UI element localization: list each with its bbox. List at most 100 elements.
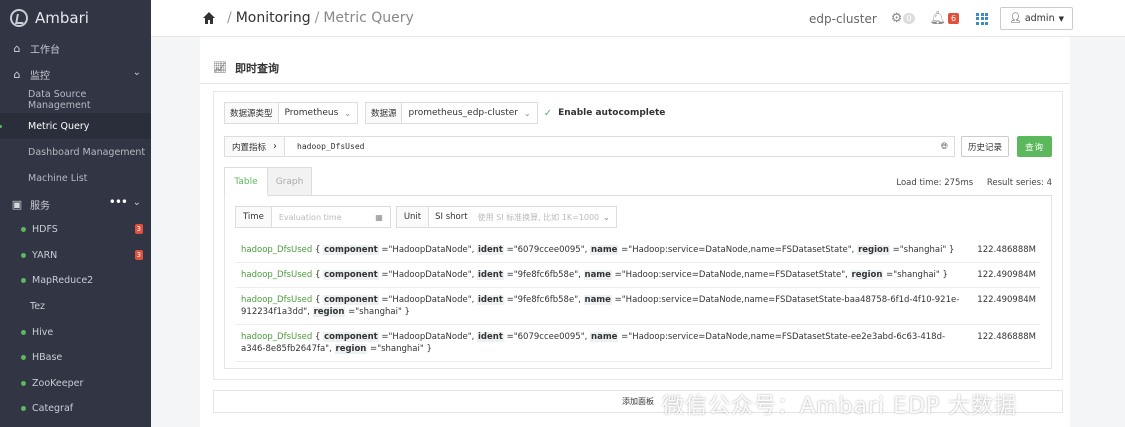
table-row[interactable]: hadoop_DfsUsed { component ="HadoopDataN…: [235, 325, 1040, 362]
builtin-metrics-label: 内置指标: [232, 142, 267, 153]
user-icon: 👤︎: [1009, 13, 1022, 24]
label-value: "shanghai": [355, 307, 402, 317]
globe-icon[interactable]: 🌐︎: [941, 142, 948, 152]
caret-down-icon: ▼: [1058, 14, 1064, 23]
sidebar-item-data-source-management[interactable]: Data Source Management: [0, 87, 151, 113]
more-icon[interactable]: •••: [109, 195, 128, 209]
sidebar-item-service[interactable]: Hive: [0, 319, 151, 345]
label-key: ident: [477, 270, 504, 280]
evaluation-time-input[interactable]: Evaluation time ▦: [271, 206, 391, 228]
table-row[interactable]: hadoop_DfsUsed { component ="HadoopDataN…: [235, 238, 1040, 263]
sidebar-item-label: Categraf: [32, 403, 74, 415]
ambari-logo-icon: [10, 8, 28, 27]
unit-hint: 使用 SI 标准换算, 比如 1K=1000: [477, 212, 600, 222]
query-input[interactable]: hadoop_DfsUsed: [285, 142, 941, 151]
page-title: 即时查询: [234, 61, 279, 75]
status-dot-icon: [21, 355, 26, 361]
breadcrumb: / Monitoring / Metric Query: [151, 10, 414, 26]
sidebar-item-service[interactable]: MapReduce2: [0, 268, 151, 294]
metric-value: 122.486888M: [977, 245, 1036, 255]
sidebar-item-service[interactable]: Categraf: [0, 396, 151, 422]
metric-value: 122.490984M: [977, 270, 1036, 280]
datasource-select[interactable]: prometheus_edp-cluster ⌄: [401, 102, 538, 124]
table-row[interactable]: hadoop_DfsUsed { component ="HadoopDataN…: [235, 288, 1040, 325]
metric-name: hadoop_DfsUsed: [241, 245, 313, 255]
sidebar-item-metric-query[interactable]: Metric Query: [0, 113, 151, 139]
sidebar-item-label: HDFS: [32, 224, 58, 236]
briefcase-icon: ▣: [11, 197, 23, 211]
datasource-type-select[interactable]: Prometheus ⌄: [277, 102, 358, 124]
label-key: component: [323, 245, 379, 255]
label-key: name: [590, 332, 619, 342]
result-series: Result series: 4: [986, 178, 1052, 188]
metric-name: hadoop_DfsUsed: [241, 270, 313, 280]
alert-badge: 3: [134, 224, 143, 234]
sidebar-item-label: ZooKeeper: [32, 377, 84, 389]
alert-badge: 3: [134, 249, 143, 260]
sidebar-item-service[interactable]: HBase: [0, 345, 151, 371]
home-icon: ⌂: [13, 67, 21, 81]
line-chart-icon: 📈︎: [213, 61, 227, 74]
sidebar-item-service[interactable]: Tez: [0, 294, 151, 320]
sidebar-item-service[interactable]: YARN 3: [0, 243, 151, 269]
load-info: Load time: 275ms Result series: 4: [896, 178, 1052, 188]
unit-label: Unit: [395, 206, 430, 228]
breadcrumb-monitoring[interactable]: Monitoring: [236, 10, 311, 26]
datasource-type-value: Prometheus: [284, 108, 339, 118]
apps-grid-icon[interactable]: [976, 12, 989, 25]
sidebar-item-label: Hive: [32, 326, 54, 338]
filter-row: Time Evaluation time ▦ Unit SI short 使用 …: [235, 206, 617, 228]
label-value: "HadoopDataNode": [388, 245, 472, 255]
sidebar-item-dashboard-management[interactable]: Dashboard Management: [0, 139, 151, 165]
watermark: 微信公众号：Ambari EDP 大数据: [662, 394, 1018, 419]
home-icon[interactable]: [202, 11, 216, 25]
evaluation-time-placeholder: Evaluation time: [278, 212, 342, 222]
sidebar-item-label: 工作台: [30, 44, 60, 56]
label-value: "Hadoop:service=DataNode,name=FSDatasetS…: [628, 245, 852, 255]
tab-table[interactable]: Table: [224, 167, 268, 196]
label-key: name: [583, 270, 612, 280]
metric-name: hadoop_DfsUsed: [241, 295, 313, 305]
label-value: "Hadoop:service=DataNode,name=FSDatasetS…: [621, 270, 846, 280]
label-value: "9fe8fc6fb58e": [513, 295, 579, 305]
label-value: "shanghai": [899, 245, 947, 255]
chevron-right-icon: ›: [273, 141, 278, 152]
breadcrumb-current: Metric Query: [323, 10, 414, 26]
brand-name: Ambari: [35, 8, 89, 27]
metric-value: 122.490984M: [977, 295, 1036, 305]
ops-button[interactable]: ⚙ 0: [891, 11, 915, 26]
gear-icon: ⚙: [890, 11, 903, 26]
table-row[interactable]: hadoop_DfsUsed { component ="HadoopDataN…: [235, 263, 1040, 288]
label-value: "HadoopDataNode": [388, 295, 472, 305]
label-key: region: [857, 245, 890, 255]
top-right-controls: edp-cluster ⚙ 0 🔔︎ 6 👤︎ admin ▼: [809, 0, 1125, 37]
sidebar-item-monitor[interactable]: ⌂ 监控 ⌄: [0, 61, 151, 87]
sidebar-item-service[interactable]: ZooKeeper: [0, 371, 151, 397]
label-key: component: [323, 332, 379, 342]
label-key: region: [850, 270, 884, 280]
sidebar-item-machine-list[interactable]: Machine List: [0, 165, 151, 191]
sidebar-item-services[interactable]: ▣ 服务 ••• ⌄: [0, 191, 151, 217]
sidebar-item-service[interactable]: HDFS 3: [0, 217, 151, 243]
autocomplete-checkbox[interactable]: ✓ Enable autocomplete: [544, 108, 666, 119]
sidebar-item-workspace[interactable]: ⌂ 工作台: [0, 35, 151, 61]
breadcrumb-separator: /: [314, 10, 320, 26]
history-button[interactable]: 历史记录: [961, 136, 1010, 157]
builtin-metrics-button[interactable]: 内置指标 ›: [225, 137, 286, 156]
bell-icon: 🔔︎: [929, 11, 947, 26]
user-menu-button[interactable]: 👤︎ admin ▼: [1000, 7, 1073, 30]
brand[interactable]: Ambari: [0, 0, 151, 35]
alerts-button[interactable]: 🔔︎ 6: [930, 11, 960, 26]
label-key: name: [583, 295, 612, 305]
unit-select[interactable]: SI short 使用 SI 标准换算, 比如 1K=1000 ⌄: [429, 206, 617, 228]
label-key: component: [323, 270, 379, 280]
query-row: 内置指标 › hadoop_DfsUsed 🌐︎: [224, 136, 955, 157]
sidebar-item-label: 监控: [30, 70, 50, 82]
label-key: ident: [477, 332, 504, 342]
label-value: "6079ccee0095": [513, 245, 585, 255]
query-button[interactable]: 查询: [1017, 136, 1052, 157]
tab-graph[interactable]: Graph: [268, 167, 312, 196]
label-value: "HadoopDataNode": [388, 332, 472, 342]
sidebar-item-label: Tez: [30, 301, 46, 313]
datasource-row: 数据源类型 Prometheus ⌄ 数据源 prometheus_edp-cl…: [224, 102, 665, 124]
